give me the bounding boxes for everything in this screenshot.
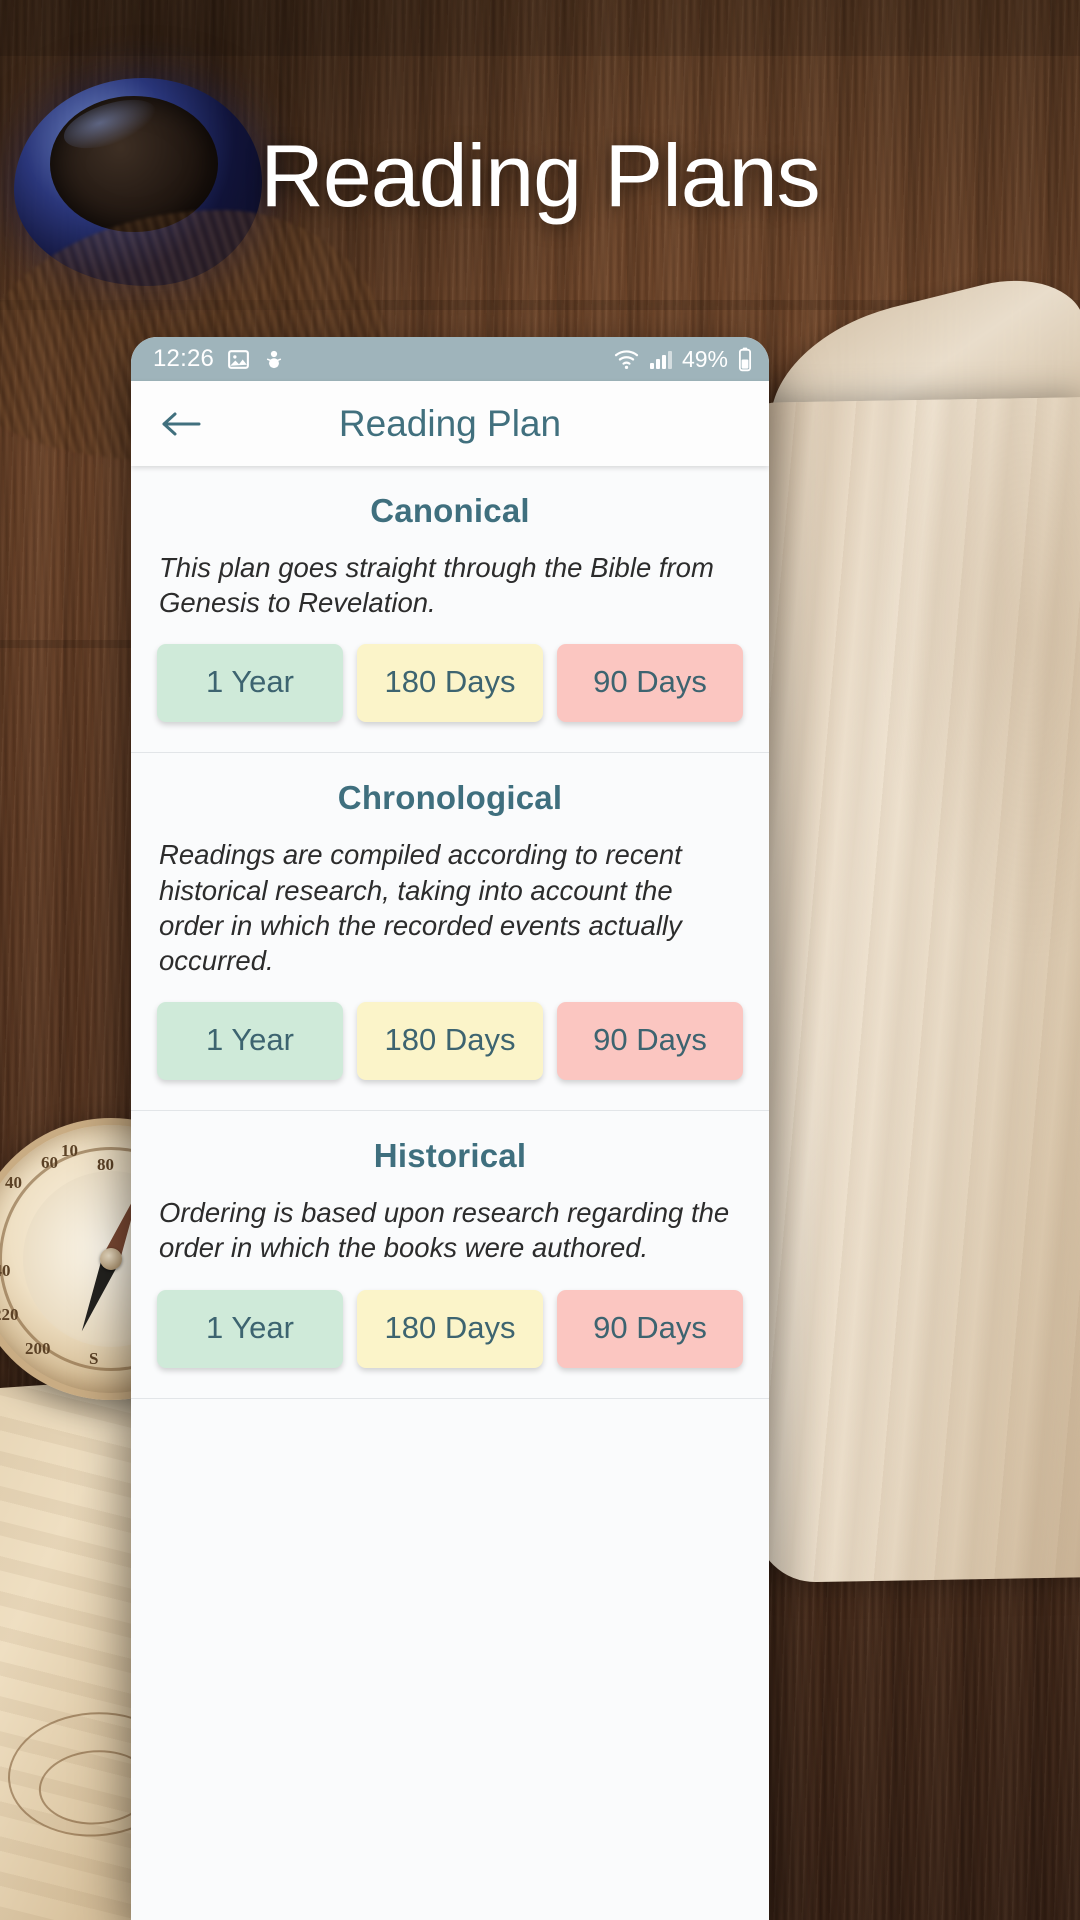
- status-bar: 12:26 49%: [131, 337, 769, 381]
- plan-description: Ordering is based upon research regardin…: [159, 1197, 730, 1264]
- signal-icon: [649, 348, 673, 370]
- duration-option-1-year[interactable]: 1 Year: [157, 1002, 343, 1081]
- compass-hub: [100, 1248, 122, 1270]
- battery-percent-label: 49%: [681, 345, 728, 372]
- plan-card-chronological: Chronological Readings are compiled acco…: [131, 753, 769, 1112]
- plan-card-canonical: Canonical This plan goes straight throug…: [131, 466, 769, 754]
- snowman-icon: [263, 347, 285, 372]
- status-bar-left: 12:26: [153, 345, 285, 373]
- list-empty-space: [131, 1398, 769, 1699]
- duration-option-180-days[interactable]: 180 Days: [357, 1002, 543, 1081]
- plan-card-historical: Historical Ordering is based upon resear…: [131, 1111, 769, 1399]
- compass-number: 200: [25, 1339, 51, 1358]
- duration-option-1-year[interactable]: 1 Year: [157, 1289, 343, 1368]
- app-bar: Reading Plan: [131, 381, 769, 466]
- plan-duration-options: 1 Year 180 Days 90 Days: [157, 1289, 743, 1368]
- compass-number: 220: [0, 1305, 19, 1324]
- compass-number: 80: [97, 1155, 114, 1174]
- compass-number: S: [89, 1349, 99, 1368]
- compass-number: 60: [41, 1153, 58, 1172]
- plan-title: Chronological: [337, 779, 563, 817]
- wifi-icon: [613, 348, 640, 370]
- plan-title: Canonical: [370, 492, 530, 529]
- page-title: Reading Plans: [260, 126, 820, 225]
- back-arrow-icon: [160, 407, 202, 441]
- phone-screenshot: 12:26 49% Reading Plan Canonical This pl…: [131, 337, 769, 1920]
- duration-option-90-days[interactable]: 90 Days: [557, 644, 743, 723]
- plan-title: Historical: [373, 1137, 527, 1175]
- battery-icon: [737, 347, 753, 372]
- status-bar-clock: 12:26: [153, 345, 215, 372]
- plan-description: Readings are compiled according to recen…: [159, 839, 682, 976]
- screenshot-stage: 10 40 60 80 E 120 S 200 220 240 Reading …: [0, 0, 1080, 1920]
- back-button[interactable]: [145, 407, 217, 441]
- duration-option-180-days[interactable]: 180 Days: [357, 644, 543, 723]
- duration-option-90-days[interactable]: 90 Days: [557, 1002, 743, 1081]
- duration-option-90-days[interactable]: 90 Days: [557, 1289, 743, 1368]
- compass-number: 40: [5, 1173, 22, 1192]
- parchment-scroll-right: [735, 396, 1080, 1584]
- plan-list[interactable]: Canonical This plan goes straight throug…: [131, 466, 769, 1920]
- compass-number: 240: [0, 1261, 11, 1280]
- status-bar-right: 49%: [613, 346, 753, 373]
- plan-duration-options: 1 Year 180 Days 90 Days: [157, 644, 743, 723]
- image-icon: [226, 347, 251, 372]
- plan-description: This plan goes straight through the Bibl…: [159, 552, 714, 619]
- plan-duration-options: 1 Year 180 Days 90 Days: [157, 1002, 743, 1081]
- compass-number: 10: [61, 1141, 78, 1160]
- duration-option-1-year[interactable]: 1 Year: [157, 644, 343, 723]
- app-bar-title: Reading Plan: [338, 402, 562, 444]
- duration-option-180-days[interactable]: 180 Days: [357, 1289, 543, 1368]
